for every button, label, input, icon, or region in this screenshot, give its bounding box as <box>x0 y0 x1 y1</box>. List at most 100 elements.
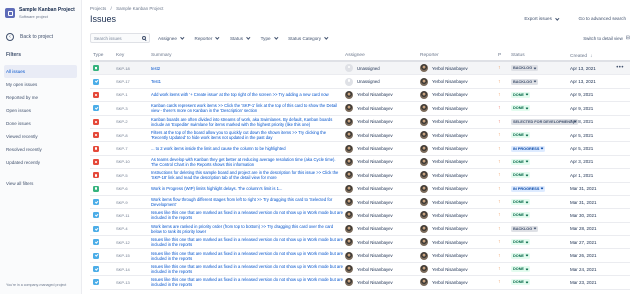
table-row[interactable]: SKP-5 Instructions for deleting this sam… <box>90 169 630 183</box>
issue-key[interactable]: SKP-8 <box>116 133 128 138</box>
filter-viewed-recently[interactable]: Viewed recently <box>0 130 81 143</box>
table-row[interactable]: SKP-8 Filters at the top of the board al… <box>90 129 630 143</box>
status-badge[interactable]: DONE <box>511 158 530 165</box>
advanced-search-button[interactable]: Go to advanced search <box>579 16 627 21</box>
issue-summary[interactable]: Issues like this one that are marked as … <box>151 277 343 287</box>
issue-key[interactable]: SKP-6 <box>116 186 128 191</box>
issue-summary[interactable]: Issues like this one that are marked as … <box>151 251 343 261</box>
status-category-filter[interactable]: Status Category <box>285 33 331 43</box>
status-badge[interactable]: DONE <box>511 172 530 179</box>
assignee-filter[interactable]: Assignee <box>155 33 187 43</box>
issue-summary[interactable]: Test1 <box>151 79 343 84</box>
status-badge[interactable]: DONE <box>511 239 530 246</box>
filter-all-issues[interactable]: All issues <box>4 65 77 78</box>
table-row[interactable]: SKP-18 test2 Unassigned Yerbol Nisanbaye… <box>90 62 630 76</box>
table-row[interactable]: SKP-3 Kanban cards represent work items … <box>90 102 630 116</box>
table-row[interactable]: SKP-1 Add work items with '+ Create issu… <box>90 89 630 103</box>
table-row[interactable]: SKP-14 Issues like this one that are mar… <box>90 263 630 277</box>
status-badge[interactable]: BACKLOG <box>511 225 539 232</box>
status-badge[interactable]: SELECTED FOR DEVELOPMENT <box>511 118 579 125</box>
table-row[interactable]: SKP-2 Kanban boards are often divided in… <box>90 116 630 129</box>
table-row[interactable]: SKP-12 Issues like this one that are mar… <box>90 236 630 250</box>
status-badge[interactable]: IN PROGRESS <box>511 185 546 192</box>
switch-to-detail-view-button[interactable]: Switch to detail view ⊟ <box>583 33 630 43</box>
status-badge[interactable]: BACKLOG <box>511 78 539 85</box>
issue-summary[interactable]: test2 <box>151 66 343 71</box>
filter-reported-by-me[interactable]: Reported by me <box>0 91 81 104</box>
issue-summary[interactable]: Work items flow through different stages… <box>151 197 343 207</box>
status-badge[interactable]: DONE <box>511 252 530 259</box>
issue-key[interactable]: SKP-15 <box>116 253 130 258</box>
column-key[interactable]: Key <box>116 53 124 58</box>
table-row[interactable]: SKP-4 Work items are ranked in priority … <box>90 223 630 237</box>
issue-summary[interactable]: Issues like this one that are marked as … <box>151 264 343 274</box>
status-badge[interactable]: DONE <box>511 132 530 139</box>
status-badge[interactable]: DONE <box>511 212 530 219</box>
view-all-filters-link[interactable]: View all filters <box>0 177 81 190</box>
status-badge[interactable]: DONE <box>511 199 530 206</box>
export-issues-button[interactable]: Export issues <box>524 16 560 21</box>
status-badge[interactable]: DONE <box>511 91 530 98</box>
status-badge[interactable]: DONE <box>511 279 530 286</box>
filter-my-open-issues[interactable]: My open issues <box>0 78 81 91</box>
more-actions-icon[interactable]: ••• <box>616 65 624 71</box>
issue-summary[interactable]: Filters at the top of the board allow yo… <box>151 130 343 140</box>
issue-summary[interactable]: ... to 2 work items inside the limit and… <box>151 146 343 151</box>
project-header[interactable]: Sample Kanban Project Software project <box>0 0 81 19</box>
issue-summary[interactable]: Issues like this one that are marked as … <box>151 237 343 247</box>
table-row[interactable]: SKP-10 As teams develop with Kanban they… <box>90 156 630 170</box>
issue-summary[interactable]: Instructions for deleting this sample bo… <box>151 170 343 180</box>
issue-key[interactable]: SKP-13 <box>116 280 130 285</box>
column-status[interactable]: Status <box>511 53 525 58</box>
status-badge[interactable]: IN PROGRESS <box>511 145 546 152</box>
filter-done-issues[interactable]: Done issues <box>0 117 81 130</box>
issue-summary[interactable]: Add work items with '+ Create issue' at … <box>151 92 343 97</box>
issue-key[interactable]: SKP-3 <box>116 106 128 111</box>
search-box[interactable] <box>90 33 150 43</box>
table-row[interactable]: SKP-17 Test1 Unassigned Yerbol Nisanbaye… <box>90 75 630 89</box>
issue-key[interactable]: SKP-9 <box>116 200 128 205</box>
issue-key[interactable]: SKP-7 <box>116 146 128 151</box>
column-summary[interactable]: Summary <box>151 53 343 58</box>
breadcrumb-project[interactable]: Sample Kanban Project <box>116 6 163 11</box>
table-row[interactable]: SKP-6 Work in Progress (WIP) limits high… <box>90 183 630 196</box>
issue-summary[interactable]: Issues like this one that are marked as … <box>151 210 343 220</box>
issue-key[interactable]: SKP-2 <box>116 119 128 124</box>
issue-key[interactable]: SKP-17 <box>116 79 130 84</box>
table-row[interactable]: SKP-9 Work items flow through different … <box>90 196 630 210</box>
reporter-filter[interactable]: Reporter <box>192 33 222 43</box>
back-to-project-link[interactable]: ‹ Back to project <box>6 33 81 41</box>
issue-key[interactable]: SKP-18 <box>116 66 130 71</box>
type-filter[interactable]: Type <box>258 33 281 43</box>
table-row[interactable]: SKP-13 Issues like this one that are mar… <box>90 276 630 290</box>
issue-summary[interactable]: As teams develop with Kanban they get be… <box>151 157 343 167</box>
issue-summary[interactable]: Kanban boards are often divided into str… <box>151 117 343 127</box>
filter-open-issues[interactable]: Open issues <box>0 104 81 117</box>
issue-key[interactable]: SKP-1 <box>116 92 128 97</box>
column-reporter[interactable]: Reporter <box>420 53 439 58</box>
column-assignee[interactable]: Assignee <box>345 53 365 58</box>
issue-key[interactable]: SKP-10 <box>116 159 130 164</box>
issue-key[interactable]: SKP-11 <box>116 213 130 218</box>
column-priority[interactable]: P <box>498 53 501 58</box>
issue-key[interactable]: SKP-14 <box>116 267 130 272</box>
status-badge[interactable]: BACKLOG <box>511 65 539 72</box>
table-row[interactable]: SKP-11 Issues like this one that are mar… <box>90 209 630 223</box>
search-input[interactable] <box>94 35 140 41</box>
issue-summary[interactable]: Work in Progress (WIP) limits highlight … <box>151 186 343 191</box>
issue-key[interactable]: SKP-4 <box>116 226 128 231</box>
status-filter[interactable]: Status <box>227 33 253 43</box>
column-created[interactable]: Created ↓ <box>570 53 592 59</box>
issue-summary[interactable]: Kanban cards represent work items >> Cli… <box>151 103 343 113</box>
table-row[interactable]: SKP-7 ... to 2 work items inside the lim… <box>90 142 630 156</box>
table-row[interactable]: SKP-15 Issues like this one that are mar… <box>90 249 630 263</box>
issue-key[interactable]: SKP-12 <box>116 240 130 245</box>
status-badge[interactable]: DONE <box>511 105 530 112</box>
issue-key[interactable]: SKP-5 <box>116 173 128 178</box>
filter-updated-recently[interactable]: Updated recently <box>0 156 81 169</box>
status-badge[interactable]: DONE <box>511 266 530 273</box>
breadcrumb-projects[interactable]: Projects <box>90 6 106 11</box>
filter-resolved-recently[interactable]: Resolved recently <box>0 143 81 156</box>
issue-summary[interactable]: Work items are ranked in priority order … <box>151 224 343 234</box>
column-type[interactable]: Type <box>93 53 103 58</box>
